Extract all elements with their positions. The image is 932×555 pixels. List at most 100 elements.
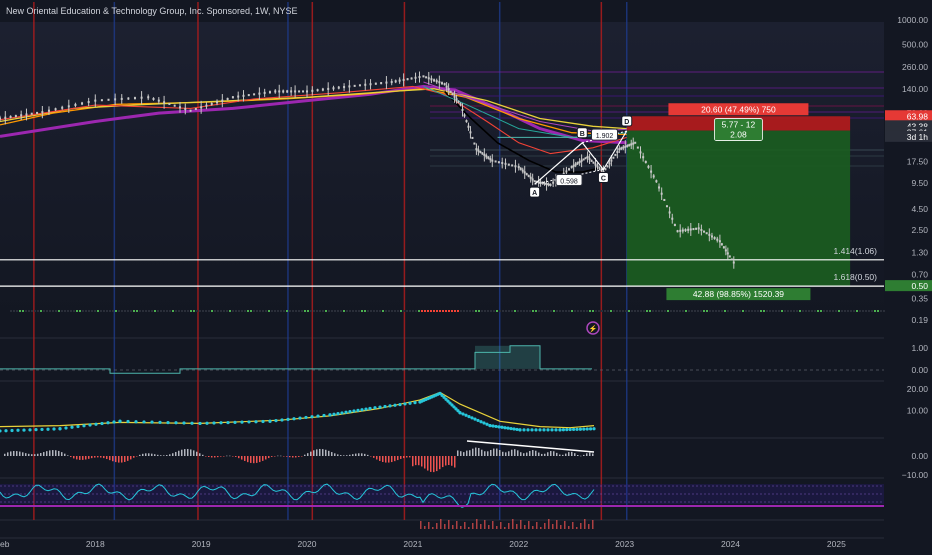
pane3-bar [223,456,225,457]
pane2-dot [488,423,492,428]
chart-root[interactable]: 1000.00500.00260.00140.0070.0017.509.504… [0,0,932,550]
pane3-bar [103,456,105,459]
pane2-dot [503,426,507,430]
candle-body [570,166,573,169]
pane2-dot [572,427,576,432]
signal-dot [331,310,333,312]
candle-body [41,111,44,114]
pane3-bar [565,453,567,456]
signal-dot [574,310,576,312]
pane3-bar [139,454,141,456]
pane5-bar [436,523,438,529]
chart-canvas[interactable]: 1000.00500.00260.00140.0070.0017.509.504… [0,0,932,550]
signal-dot [280,310,282,312]
signal-dot [214,310,216,312]
pane2-dot [356,408,360,412]
signal-dot [628,310,630,312]
y-tick-label: 0.70 [911,269,928,279]
pane3-bar [163,455,165,456]
candle-body [30,112,33,115]
candle-body [676,230,679,233]
pane5-bar [428,522,430,529]
candle-body [438,81,441,84]
candle-body [453,95,456,98]
signal-dot [664,310,666,312]
harmonic-ratio-label: 1.902 [596,133,614,140]
candle-body [529,176,532,179]
signal-dot [484,310,486,312]
candle-body [14,115,17,118]
candle-body [54,108,57,111]
signal-dot [346,310,348,312]
pane5-bar [564,521,566,529]
signal-dot [793,310,795,312]
pane3-bar [427,456,429,471]
signal-dot [679,310,681,312]
candle-body [644,160,647,164]
pane3-bar [196,451,198,456]
signal-dot [868,310,870,312]
signal-dot [676,310,678,312]
candle-body [200,106,203,109]
pane3-bar [178,450,180,456]
y-tick-label: 4.50 [911,204,928,214]
candle-body [414,76,417,79]
signal-dot [193,310,195,312]
signal-dot [31,310,33,312]
candle-body [533,180,536,183]
pane2-dot [589,427,593,431]
pane3-bar [22,452,24,456]
pane3-bar [550,451,552,456]
pane3-bar [289,456,291,458]
candle-body [485,155,488,158]
signal-dot [397,310,399,312]
pane3-bar [400,456,402,459]
signal-dot [559,310,561,312]
candle-body [639,151,642,154]
signal-dot [640,310,642,312]
fib-label: 1.414(1.06) [834,246,878,256]
x-tick-label: 2021 [403,539,422,549]
signal-dot [256,310,258,312]
signal-dot [754,310,756,312]
candle-body [358,84,361,87]
pane2-dot [190,421,194,425]
signal-dot [139,310,141,312]
signal-dot [856,310,858,312]
signal-dot [22,310,24,312]
signal-dot [418,310,420,312]
candle-body [286,90,289,93]
signal-dot [763,310,765,312]
pane3-bar [73,456,75,459]
pane2-dot [344,410,348,414]
pane5-bar [472,523,474,529]
candle-body [274,90,277,93]
candle-body [588,157,591,160]
pane3-bar [430,456,432,472]
signal-dot [202,310,204,312]
candle-body [467,125,470,128]
signal-dot [226,310,228,312]
pane3-bar [358,453,360,456]
signal-dot [772,310,774,312]
pane3-bar [127,456,129,461]
candle-body [455,98,458,101]
signal-dot [262,310,264,312]
signal-dot [196,310,198,312]
pane2-dot [485,422,489,426]
pane5-bar [540,527,542,529]
candle-body [369,83,372,86]
pane3-bar [124,456,126,462]
target-zone[interactable] [626,130,851,287]
pane2-dot [546,428,550,432]
pane3-bar [298,456,300,457]
pane2-dot [352,409,356,413]
candle-body [221,99,224,102]
signal-dot [613,310,615,312]
pane3-bar [13,450,15,456]
signal-dot [55,310,57,312]
candle-body [521,169,524,172]
candle-body [730,258,733,261]
candle-body [525,173,528,176]
signal-dot [601,310,603,312]
